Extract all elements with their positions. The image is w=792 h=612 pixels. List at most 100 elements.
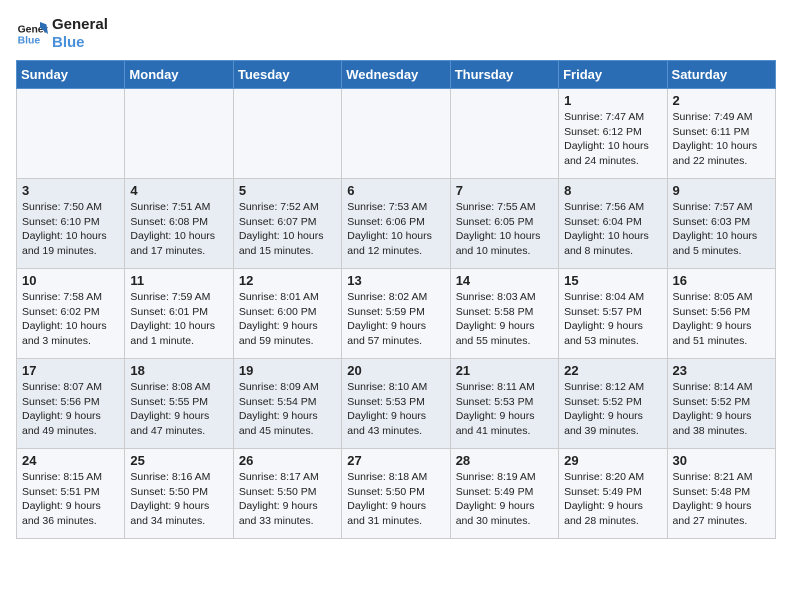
weekday-header: Sunday <box>17 61 125 89</box>
day-info: Sunrise: 7:56 AM Sunset: 6:04 PM Dayligh… <box>564 200 661 259</box>
calendar-week-row: 10 Sunrise: 7:58 AM Sunset: 6:02 PM Dayli… <box>17 269 776 359</box>
calendar-day-cell: 20 Sunrise: 8:10 AM Sunset: 5:53 PM Dayli… <box>342 359 450 449</box>
calendar-day-cell: 17 Sunrise: 8:07 AM Sunset: 5:56 PM Dayli… <box>17 359 125 449</box>
calendar-week-row: 3Sunrise: 7:50 AM Sunset: 6:10 PM Daylig… <box>17 179 776 269</box>
calendar-day-cell <box>342 89 450 179</box>
calendar-day-cell: 1 Sunrise: 7:47 AM Sunset: 6:12 PM Daylig… <box>559 89 667 179</box>
calendar-day-cell: 9 Sunrise: 7:57 AM Sunset: 6:03 PM Daylig… <box>667 179 775 269</box>
calendar-day-cell: 6 Sunrise: 7:53 AM Sunset: 6:06 PM Daylig… <box>342 179 450 269</box>
day-info: Sunrise: 7:59 AM Sunset: 6:01 PM Dayligh… <box>130 290 227 349</box>
calendar-day-cell <box>450 89 558 179</box>
day-info: Sunrise: 7:51 AM Sunset: 6:08 PM Dayligh… <box>130 200 227 259</box>
day-info: Sunrise: 8:11 AM Sunset: 5:53 PM Dayligh… <box>456 380 553 439</box>
day-number: 10 <box>22 273 119 288</box>
calendar-day-cell: 28 Sunrise: 8:19 AM Sunset: 5:49 PM Dayli… <box>450 449 558 539</box>
calendar-day-cell: 2 Sunrise: 7:49 AM Sunset: 6:11 PM Daylig… <box>667 89 775 179</box>
logo: General Blue General Blue <box>16 16 108 52</box>
day-number: 5 <box>239 183 336 198</box>
day-number: 18 <box>130 363 227 378</box>
day-info: Sunrise: 7:58 AM Sunset: 6:02 PM Dayligh… <box>22 290 119 349</box>
calendar-day-cell: 15 Sunrise: 8:04 AM Sunset: 5:57 PM Dayli… <box>559 269 667 359</box>
calendar-day-cell: 18 Sunrise: 8:08 AM Sunset: 5:55 PM Dayli… <box>125 359 233 449</box>
day-number: 2 <box>673 93 770 108</box>
day-number: 4 <box>130 183 227 198</box>
calendar-day-cell: 8 Sunrise: 7:56 AM Sunset: 6:04 PM Daylig… <box>559 179 667 269</box>
calendar-day-cell: 7 Sunrise: 7:55 AM Sunset: 6:05 PM Daylig… <box>450 179 558 269</box>
day-info: Sunrise: 8:17 AM Sunset: 5:50 PM Dayligh… <box>239 470 336 529</box>
weekday-header: Tuesday <box>233 61 341 89</box>
day-number: 28 <box>456 453 553 468</box>
calendar-week-row: 1 Sunrise: 7:47 AM Sunset: 6:12 PM Daylig… <box>17 89 776 179</box>
calendar-day-cell: 26 Sunrise: 8:17 AM Sunset: 5:50 PM Dayli… <box>233 449 341 539</box>
day-number: 27 <box>347 453 444 468</box>
calendar-day-cell: 16 Sunrise: 8:05 AM Sunset: 5:56 PM Dayli… <box>667 269 775 359</box>
day-info: Sunrise: 8:08 AM Sunset: 5:55 PM Dayligh… <box>130 380 227 439</box>
calendar-day-cell: 22 Sunrise: 8:12 AM Sunset: 5:52 PM Dayli… <box>559 359 667 449</box>
day-number: 30 <box>673 453 770 468</box>
calendar-day-cell: 19Sunrise: 8:09 AM Sunset: 5:54 PM Dayli… <box>233 359 341 449</box>
day-info: Sunrise: 8:16 AM Sunset: 5:50 PM Dayligh… <box>130 470 227 529</box>
day-info: Sunrise: 8:20 AM Sunset: 5:49 PM Dayligh… <box>564 470 661 529</box>
day-number: 25 <box>130 453 227 468</box>
calendar-day-cell: 11Sunrise: 7:59 AM Sunset: 6:01 PM Dayli… <box>125 269 233 359</box>
logo-general: General <box>52 16 108 34</box>
day-number: 21 <box>456 363 553 378</box>
calendar-day-cell: 12Sunrise: 8:01 AM Sunset: 6:00 PM Dayli… <box>233 269 341 359</box>
day-number: 13 <box>347 273 444 288</box>
calendar-day-cell: 3Sunrise: 7:50 AM Sunset: 6:10 PM Daylig… <box>17 179 125 269</box>
day-number: 6 <box>347 183 444 198</box>
day-info: Sunrise: 7:47 AM Sunset: 6:12 PM Dayligh… <box>564 110 661 169</box>
weekday-header: Saturday <box>667 61 775 89</box>
logo-icon: General Blue <box>16 18 48 50</box>
calendar-day-cell: 27Sunrise: 8:18 AM Sunset: 5:50 PM Dayli… <box>342 449 450 539</box>
day-info: Sunrise: 7:55 AM Sunset: 6:05 PM Dayligh… <box>456 200 553 259</box>
calendar-day-cell: 5Sunrise: 7:52 AM Sunset: 6:07 PM Daylig… <box>233 179 341 269</box>
day-number: 20 <box>347 363 444 378</box>
day-info: Sunrise: 7:57 AM Sunset: 6:03 PM Dayligh… <box>673 200 770 259</box>
day-number: 17 <box>22 363 119 378</box>
weekday-header: Monday <box>125 61 233 89</box>
calendar-day-cell: 23 Sunrise: 8:14 AM Sunset: 5:52 PM Dayli… <box>667 359 775 449</box>
day-info: Sunrise: 8:14 AM Sunset: 5:52 PM Dayligh… <box>673 380 770 439</box>
calendar-day-cell <box>17 89 125 179</box>
day-number: 8 <box>564 183 661 198</box>
day-info: Sunrise: 7:49 AM Sunset: 6:11 PM Dayligh… <box>673 110 770 169</box>
day-number: 15 <box>564 273 661 288</box>
day-info: Sunrise: 8:10 AM Sunset: 5:53 PM Dayligh… <box>347 380 444 439</box>
day-info: Sunrise: 8:05 AM Sunset: 5:56 PM Dayligh… <box>673 290 770 349</box>
weekday-header: Thursday <box>450 61 558 89</box>
day-info: Sunrise: 8:19 AM Sunset: 5:49 PM Dayligh… <box>456 470 553 529</box>
day-info: Sunrise: 8:07 AM Sunset: 5:56 PM Dayligh… <box>22 380 119 439</box>
day-number: 7 <box>456 183 553 198</box>
calendar-day-cell: 10 Sunrise: 7:58 AM Sunset: 6:02 PM Dayli… <box>17 269 125 359</box>
day-info: Sunrise: 8:21 AM Sunset: 5:48 PM Dayligh… <box>673 470 770 529</box>
day-number: 23 <box>673 363 770 378</box>
day-number: 16 <box>673 273 770 288</box>
page-header: General Blue General Blue <box>16 16 776 52</box>
day-info: Sunrise: 8:04 AM Sunset: 5:57 PM Dayligh… <box>564 290 661 349</box>
calendar-day-cell: 21 Sunrise: 8:11 AM Sunset: 5:53 PM Dayli… <box>450 359 558 449</box>
weekday-header: Friday <box>559 61 667 89</box>
day-number: 19 <box>239 363 336 378</box>
day-number: 22 <box>564 363 661 378</box>
day-number: 14 <box>456 273 553 288</box>
day-number: 24 <box>22 453 119 468</box>
day-number: 1 <box>564 93 661 108</box>
calendar-day-cell: 24Sunrise: 8:15 AM Sunset: 5:51 PM Dayli… <box>17 449 125 539</box>
day-info: Sunrise: 8:12 AM Sunset: 5:52 PM Dayligh… <box>564 380 661 439</box>
calendar-day-cell: 29 Sunrise: 8:20 AM Sunset: 5:49 PM Dayli… <box>559 449 667 539</box>
logo-blue: Blue <box>52 34 108 52</box>
day-info: Sunrise: 8:03 AM Sunset: 5:58 PM Dayligh… <box>456 290 553 349</box>
weekday-header: Wednesday <box>342 61 450 89</box>
day-info: Sunrise: 7:50 AM Sunset: 6:10 PM Dayligh… <box>22 200 119 259</box>
day-number: 26 <box>239 453 336 468</box>
day-number: 29 <box>564 453 661 468</box>
weekday-header-row: SundayMondayTuesdayWednesdayThursdayFrid… <box>17 61 776 89</box>
calendar-week-row: 17 Sunrise: 8:07 AM Sunset: 5:56 PM Dayli… <box>17 359 776 449</box>
day-info: Sunrise: 7:53 AM Sunset: 6:06 PM Dayligh… <box>347 200 444 259</box>
day-info: Sunrise: 8:01 AM Sunset: 6:00 PM Dayligh… <box>239 290 336 349</box>
calendar-day-cell <box>125 89 233 179</box>
calendar-table: SundayMondayTuesdayWednesdayThursdayFrid… <box>16 60 776 539</box>
svg-text:Blue: Blue <box>18 36 41 47</box>
day-number: 9 <box>673 183 770 198</box>
